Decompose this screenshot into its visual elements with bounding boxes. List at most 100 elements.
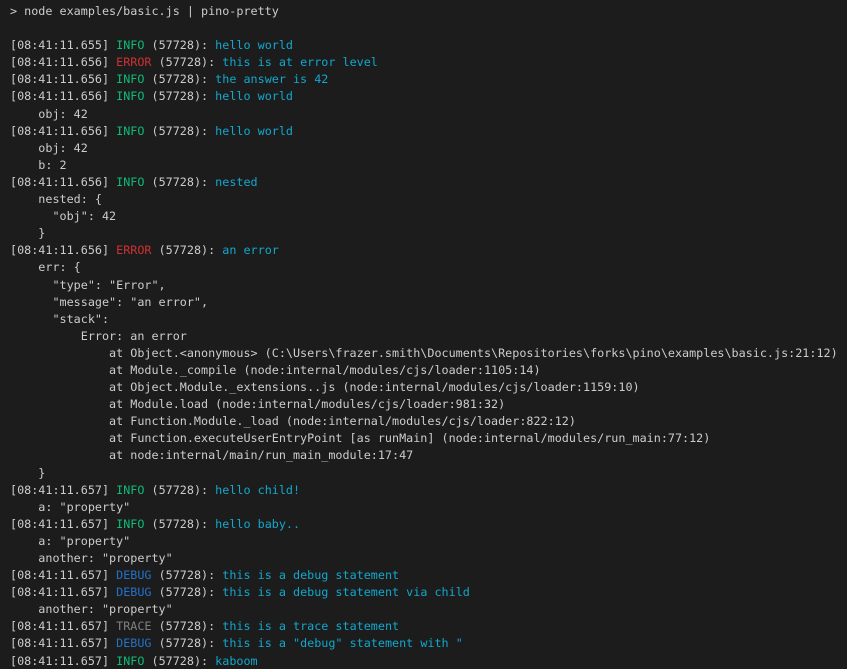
log-line: [08:41:11.655] INFO (57728): hello world (10, 37, 847, 54)
log-detail: obj: 42 (10, 141, 88, 155)
log-detail: another: "property" (10, 551, 173, 565)
log-message: hello world (215, 124, 293, 138)
log-detail: } (10, 466, 45, 480)
log-line: [08:41:11.657] DEBUG (57728): this is a … (10, 567, 847, 584)
log-level-trace: TRACE (116, 619, 151, 633)
pid: (57728): (144, 89, 215, 103)
pid: (57728): (144, 517, 215, 531)
log-detail-line: nested: { (10, 191, 847, 208)
log-level-info: INFO (116, 124, 144, 138)
timestamp: [08:41:11.656] (10, 89, 116, 103)
log-level-debug: DEBUG (116, 585, 151, 599)
log-message: this is at error level (222, 55, 378, 69)
log-detail: a: "property" (10, 534, 130, 548)
pid: (57728): (152, 619, 223, 633)
log-message: hello baby.. (215, 517, 300, 531)
log-message: hello world (215, 38, 293, 52)
log-level-info: INFO (116, 72, 144, 86)
log-detail-line: a: "property" (10, 499, 847, 516)
log-detail-line: b: 2 (10, 157, 847, 174)
log-level-debug: DEBUG (116, 568, 151, 582)
log-level-info: INFO (116, 483, 144, 497)
pid: (57728): (144, 72, 215, 86)
log-detail-line: a: "property" (10, 533, 847, 550)
log-level-error: ERROR (116, 243, 151, 257)
log-line: [08:41:11.656] INFO (57728): hello world (10, 88, 847, 105)
pid: (57728): (144, 124, 215, 138)
pid: (57728): (152, 55, 223, 69)
log-detail: } (10, 226, 45, 240)
stack-trace: at Function.executeUserEntryPoint [as ru… (10, 431, 710, 445)
log-message: an error (222, 243, 279, 257)
stack-trace: at Object.Module._extensions..js (node:i… (10, 380, 640, 394)
log-detail: "obj": 42 (10, 209, 116, 223)
log-level-info: INFO (116, 654, 144, 668)
log-detail-line: another: "property" (10, 550, 847, 567)
stack-trace-line: at Module._compile (node:internal/module… (10, 362, 847, 379)
stack-trace: at Object.<anonymous> (C:\Users\frazer.s… (10, 346, 838, 360)
pid: (57728): (152, 243, 223, 257)
pid: (57728): (152, 568, 223, 582)
log-line: [08:41:11.656] INFO (57728): nested (10, 174, 847, 191)
timestamp: [08:41:11.657] (10, 654, 116, 668)
timestamp: [08:41:11.657] (10, 483, 116, 497)
log-line: [08:41:11.657] INFO (57728): kaboom (10, 653, 847, 669)
log-line: [08:41:11.656] ERROR (57728): this is at… (10, 54, 847, 71)
log-line: [08:41:11.657] TRACE (57728): this is a … (10, 618, 847, 635)
timestamp: [08:41:11.656] (10, 243, 116, 257)
log-line: [08:41:11.656] INFO (57728): hello world (10, 123, 847, 140)
log-level-debug: DEBUG (116, 636, 151, 650)
log-line: [08:41:11.657] DEBUG (57728): this is a … (10, 584, 847, 601)
log-detail-line: "message": "an error", (10, 294, 847, 311)
log-detail-line: } (10, 465, 847, 482)
log-message: this is a debug statement (222, 568, 399, 582)
log-line: [08:41:11.656] ERROR (57728): an error (10, 242, 847, 259)
timestamp: [08:41:11.655] (10, 38, 116, 52)
pid: (57728): (144, 483, 215, 497)
stack-trace-line: at node:internal/main/run_main_module:17… (10, 447, 847, 464)
timestamp: [08:41:11.656] (10, 175, 116, 189)
log-detail-line: } (10, 225, 847, 242)
log-detail: a: "property" (10, 500, 130, 514)
log-message: this is a debug statement via child (222, 585, 470, 599)
log-detail-line: another: "property" (10, 601, 847, 618)
terminal-output: > node examples/basic.js | pino-pretty [… (10, 3, 847, 669)
log-detail-line: "stack": (10, 311, 847, 328)
log-message: the answer is 42 (215, 72, 328, 86)
log-detail-line: err: { (10, 259, 847, 276)
log-message: this is a trace statement (222, 619, 399, 633)
log-detail-line: "obj": 42 (10, 208, 847, 225)
log-message: kaboom (215, 654, 257, 668)
timestamp: [08:41:11.657] (10, 636, 116, 650)
stack-trace: at Module._compile (node:internal/module… (10, 363, 541, 377)
stack-trace-line: at Object.<anonymous> (C:\Users\frazer.s… (10, 345, 847, 362)
log-detail: "stack": (10, 312, 109, 326)
timestamp: [08:41:11.656] (10, 124, 116, 138)
timestamp: [08:41:11.657] (10, 619, 116, 633)
timestamp: [08:41:11.657] (10, 568, 116, 582)
pid: (57728): (144, 175, 215, 189)
shell-command: > node examples/basic.js | pino-pretty (10, 4, 279, 18)
log-message: this is a "debug" statement with " (222, 636, 463, 650)
blank-line (10, 20, 847, 37)
stack-trace-line: Error: an error (10, 328, 847, 345)
log-message: hello world (215, 89, 293, 103)
stack-trace: at Module.load (node:internal/modules/cj… (10, 397, 505, 411)
log-message: nested (215, 175, 257, 189)
timestamp: [08:41:11.657] (10, 517, 116, 531)
log-level-error: ERROR (116, 55, 151, 69)
stack-trace: at node:internal/main/run_main_module:17… (10, 448, 413, 462)
log-line: [08:41:11.656] INFO (57728): the answer … (10, 71, 847, 88)
log-detail: another: "property" (10, 602, 173, 616)
stack-trace-line: at Function.executeUserEntryPoint [as ru… (10, 430, 847, 447)
log-detail: nested: { (10, 192, 102, 206)
pid: (57728): (152, 636, 223, 650)
log-detail: b: 2 (10, 158, 67, 172)
timestamp: [08:41:11.656] (10, 55, 116, 69)
log-level-info: INFO (116, 175, 144, 189)
log-detail: err: { (10, 260, 81, 274)
log-level-info: INFO (116, 517, 144, 531)
log-detail-line: obj: 42 (10, 106, 847, 123)
pid: (57728): (144, 654, 215, 668)
terminal-window[interactable]: > node examples/basic.js | pino-pretty [… (0, 0, 847, 669)
